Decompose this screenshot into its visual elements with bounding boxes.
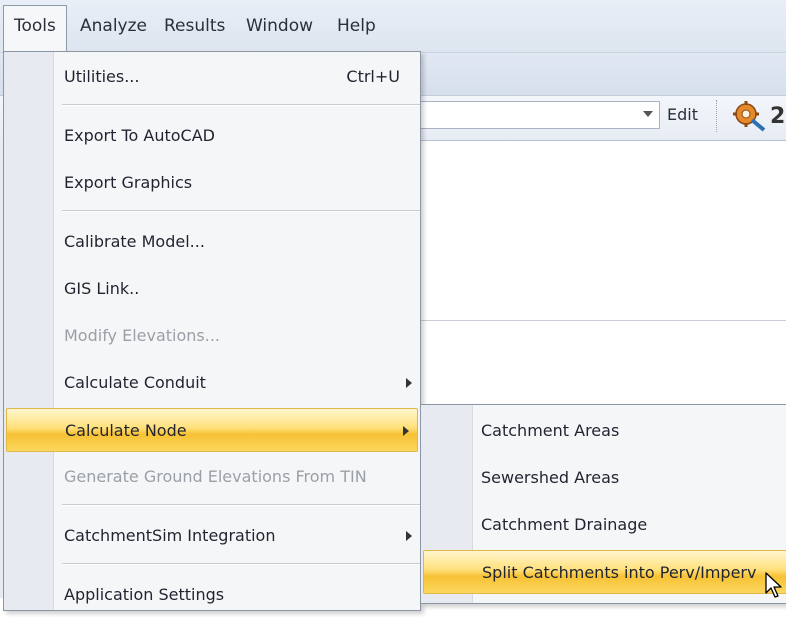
submenu-item-catchment-drainage[interactable]: Catchment Drainage [421,503,786,547]
submenu-item-split-catchments[interactable]: Split Catchments into Perv/Imperv [423,550,786,594]
submenu-arrow-icon [406,531,412,541]
menu-item-label: Calculate Conduit [64,373,206,392]
menu-item-calculate-conduit[interactable]: Calculate Conduit [4,361,420,405]
menu-separator [62,504,420,506]
menu-item-label: Application Settings [64,585,225,604]
menu-item-label: Calculate Node [65,421,187,440]
edit-button[interactable]: Edit [667,104,698,126]
mouse-cursor-icon [765,572,782,598]
toolbar-combobox[interactable] [418,101,660,129]
submenu-item-catchment-areas[interactable]: Catchment Areas [421,409,786,453]
submenu-arrow-icon [406,378,412,388]
submenu-item-label: Catchment Drainage [481,515,648,534]
menu-item-label: Utilities... [64,67,140,86]
menu-item-gis-link[interactable]: GIS Link.. [4,267,420,311]
menu-item-label: Export To AutoCAD [64,126,215,145]
submenu-item-label: Sewershed Areas [481,468,620,487]
submenu-item-label: Catchment Areas [481,421,620,440]
menu-item-label: Modify Elevations... [64,326,221,345]
menu-item-catchmentsim-integration[interactable]: CatchmentSim Integration [4,514,420,558]
submenu-item-sewershed-areas[interactable]: Sewershed Areas [421,456,786,500]
menu-item-label: CatchmentSim Integration [64,526,276,545]
menu-item-label: Generate Ground Elevations From TIN [64,467,367,486]
menu-help[interactable]: Help [327,6,386,46]
menu-item-modify-elevations: Modify Elevations... [4,314,420,358]
menu-separator [62,104,420,106]
menu-item-export-to-autocad[interactable]: Export To AutoCAD [4,114,420,158]
calculate-node-submenu: Catchment Areas Sewershed Areas Catchmen… [420,404,786,604]
menu-item-export-graphics[interactable]: Export Graphics [4,161,420,205]
menu-item-label: Export Graphics [64,173,193,192]
menu-results[interactable]: Results [154,6,235,46]
menu-item-calibrate-model[interactable]: Calibrate Model... [4,220,420,264]
menu-tools[interactable]: Tools [3,5,67,51]
menu-item-label: Calibrate Model... [64,232,205,251]
gear-tool-icon[interactable] [732,98,766,132]
menu-item-calculate-node[interactable]: Calculate Node [6,408,418,452]
submenu-item-label: Split Catchments into Perv/Imperv [482,563,757,582]
menu-item-utilities[interactable]: Utilities... Ctrl+U [4,55,420,99]
submenu-arrow-icon [403,426,409,436]
toolbar-digit: 2 [770,104,786,129]
menu-item-generate-ground-elevations: Generate Ground Elevations From TIN [4,455,420,499]
menu-analyze[interactable]: Analyze [70,6,157,46]
menu-item-label: GIS Link.. [64,279,140,298]
canvas-divider [418,320,786,321]
menu-separator [62,210,420,212]
menubar: Tools Analyze Results Window Help [0,0,786,53]
menu-window[interactable]: Window [236,6,323,46]
toolbar-separator [716,100,719,132]
menu-separator [62,563,420,565]
menu-item-application-settings[interactable]: Application Settings [4,573,420,617]
menu-item-shortcut: Ctrl+U [346,67,400,86]
tools-menu: Utilities... Ctrl+U Export To AutoCAD Ex… [3,51,421,611]
dropdown-arrow-icon[interactable] [643,111,653,117]
